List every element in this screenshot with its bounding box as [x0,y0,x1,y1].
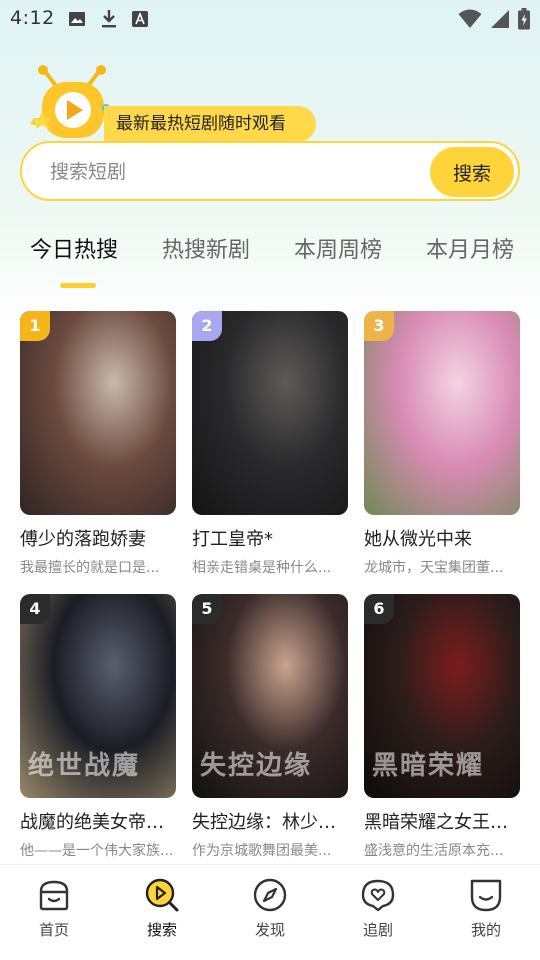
poster-image[interactable]: 绝世战魔 4 [20,594,176,798]
home-icon [39,880,69,911]
nav-label: 我的 [470,921,501,939]
tab-hot-new[interactable]: 热搜新剧 [162,232,250,264]
notification-icons [68,9,148,29]
drama-description: 他——是一个伟大家族... [20,843,174,859]
nav-follow[interactable]: 追剧 [343,877,413,940]
status-bar: 4:12 [0,0,540,38]
poster-image[interactable]: 1 [20,311,176,515]
rank-badge: 1 [20,311,50,341]
slogan-banner: 最新最热短剧随时观看 [104,106,316,142]
drama-description: 作为京城歌舞团最美... [192,843,332,859]
drama-card[interactable]: 2 打工皇帝* 相亲走错桌是种什么... [192,311,348,577]
search-button[interactable]: 搜索 [430,147,514,197]
profile-smile-icon [470,879,502,912]
nav-mine[interactable]: 我的 [451,877,521,940]
search-input[interactable] [50,155,430,189]
tab-week-rank[interactable]: 本周周榜 [294,232,382,264]
poster-title-art: 黑暗荣耀 [372,751,485,781]
bottom-nav: 首页 搜索 发现 追剧 我的 [0,864,540,960]
poster-title-art: 失控边缘 [200,751,313,781]
drama-description: 盛浅意的生活原本充... [364,843,504,859]
rank-badge: 3 [364,311,394,341]
drama-title[interactable]: 黑暗荣耀之女王归... [364,808,520,834]
nav-discover[interactable]: 发现 [235,877,305,940]
drama-card[interactable]: 黑暗荣耀 6 黑暗荣耀之女王归... 盛浅意的生活原本充... [364,594,520,860]
battery-icon [518,8,530,30]
nav-home[interactable]: 首页 [19,877,89,940]
drama-card[interactable]: 绝世战魔 4 战魔的绝美女帝老... 他——是一个伟大家族... [20,594,176,860]
drama-title[interactable]: 打工皇帝* [192,525,348,551]
drama-card[interactable]: 1 傅少的落跑娇妻 我最擅长的就是口是... [20,311,176,577]
nav-search[interactable]: 搜索 [127,877,197,940]
tab-month-rank[interactable]: 本月月榜 [426,232,514,264]
search-play-icon [145,878,179,912]
rank-badge: 4 [20,594,50,624]
drama-description: 龙城市，天宝集团董... [364,560,504,576]
nav-label: 首页 [38,921,69,939]
drama-title[interactable]: 失控边缘：林少的... [192,808,348,834]
tab-today-hot[interactable]: 今日热搜 [30,232,118,264]
download-icon [102,10,116,28]
drama-card[interactable]: 3 她从微光中来 龙城市，天宝集团董... [364,311,520,577]
active-tab-indicator [60,283,96,288]
drama-title[interactable]: 傅少的落跑娇妻 [20,525,176,551]
poster-image[interactable]: 3 [364,311,520,515]
signal-icon [491,10,509,28]
drama-title[interactable]: 她从微光中来 [364,525,520,551]
rank-badge: 6 [364,594,394,624]
status-time: 4:12 [10,7,55,29]
nav-label: 发现 [254,921,285,939]
poster-image[interactable]: 失控边缘 5 [192,594,348,798]
poster-image[interactable]: 黑暗荣耀 6 [364,594,520,798]
search-bar: 搜索 [20,141,520,201]
wifi-icon [458,9,482,28]
system-icons [458,8,530,30]
font-a-icon [132,11,148,27]
drama-card[interactable]: 失控边缘 5 失控边缘：林少的... 作为京城歌舞团最美... [192,594,348,860]
poster-image[interactable]: 2 [192,311,348,515]
heart-chat-icon [361,879,395,912]
rank-badge: 2 [192,311,222,341]
nav-label: 追剧 [362,921,393,939]
drama-description: 我最擅长的就是口是... [20,560,160,576]
rank-badge: 5 [192,594,222,624]
poster-title-art: 绝世战魔 [28,751,141,781]
compass-icon [253,878,287,912]
drama-title[interactable]: 战魔的绝美女帝老... [20,808,176,834]
nav-label: 搜索 [146,921,177,939]
image-icon [69,12,85,26]
drama-description: 相亲走错桌是种什么... [192,560,332,576]
